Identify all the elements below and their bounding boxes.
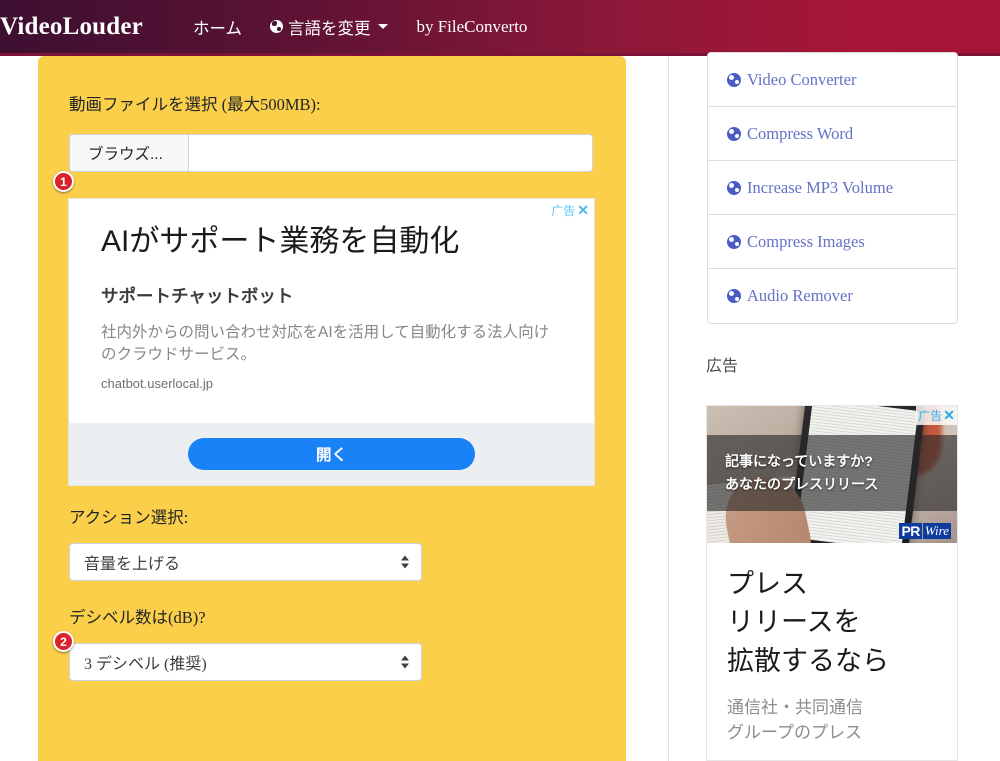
globe-icon: [727, 72, 741, 87]
select-arrows-icon: [401, 555, 409, 569]
sidebar-item-label: Video Converter: [747, 69, 857, 89]
sidebar-item-label: Increase MP3 Volume: [747, 177, 894, 197]
page-root: VideoLouder ホーム 言語を変更 by FileConverto 動画…: [0, 0, 1000, 761]
nav-item-by-fileconverto[interactable]: by FileConverto: [402, 11, 541, 43]
inline-ad-footer: 開く: [69, 423, 594, 485]
column-divider: [668, 56, 669, 761]
globe-icon: [727, 289, 741, 303]
sidebar-item-increase-mp3-volume[interactable]: Increase MP3 Volume: [708, 161, 957, 215]
sidebar-ad-headline-line1: プレス: [727, 569, 808, 599]
nav-item-change-language-label: 言語を変更: [287, 19, 371, 38]
sidebar-advertisement[interactable]: 記事になっていますか? あなたのプレスリリース 广告 ✕ PR Wire プレス…: [706, 405, 958, 761]
sidebar-ad-headline-line3: 拡散するなら: [727, 645, 889, 676]
top-navbar: VideoLouder ホーム 言語を変更 by FileConverto: [0, 0, 1000, 53]
sidebar-item-compress-images[interactable]: Compress Images: [708, 215, 957, 269]
sidebar-ad-body: プレス リリースを 拡散するなら 通信社・共同通信 グループのプレス: [707, 543, 957, 745]
action-select-value: 音量を上げる: [84, 556, 181, 573]
prwire-logo-wire: Wire: [922, 523, 951, 539]
prwire-logo-pr: PR: [899, 523, 922, 539]
file-name-display: [189, 135, 592, 171]
inline-ad-headline: AIがサポート業務を自動化: [101, 225, 460, 258]
nav-item-by-fileconverto-label: by FileConverto: [416, 16, 528, 36]
sidebar-item-audio-remover[interactable]: Audio Remover: [708, 269, 957, 323]
ad-tag-text: 广告: [918, 409, 943, 423]
sidebar-item-video-converter[interactable]: Video Converter: [708, 53, 957, 107]
inline-ad-body: AIがサポート業務を自動化 サポートチャットボット 社内外からの問い合わせ対応を…: [69, 199, 594, 391]
decibel-select[interactable]: 3 デシベル (推奨): [69, 643, 422, 681]
sidebar-ad-label: 広告: [706, 358, 739, 375]
close-icon[interactable]: ✕: [943, 407, 955, 424]
sidebar-links-box: Video Converter Compress Word Increase M…: [707, 52, 958, 324]
step-badge-1: 1: [53, 171, 74, 192]
brand-logo[interactable]: VideoLouder: [0, 13, 143, 41]
sidebar-item-label: Compress Images: [747, 231, 865, 251]
inline-ad-cta-button[interactable]: 開く: [188, 438, 475, 470]
prwire-logo: PR Wire: [899, 523, 951, 539]
select-arrows-icon: [401, 655, 409, 669]
decibel-select-label: デシベル数は(dB)?: [69, 608, 206, 627]
nav-links: ホーム 言語を変更 by FileConverto: [179, 9, 541, 45]
ad-label-sidebar[interactable]: 广告 ✕: [916, 406, 957, 425]
sidebar-item-label: Audio Remover: [747, 286, 853, 305]
sidebar-ad-image: 記事になっていますか? あなたのプレスリリース 广告 ✕ PR Wire: [707, 406, 957, 543]
inline-advertisement[interactable]: 广告 ✕ AIがサポート業務を自動化 サポートチャットボット 社内外からの問い合…: [68, 198, 595, 486]
inline-ad-url: chatbot.userlocal.jp: [101, 376, 214, 392]
nav-item-home[interactable]: ホーム: [179, 9, 256, 45]
globe-icon: [727, 180, 741, 195]
ad-label-inline[interactable]: 广告 ✕: [551, 202, 589, 219]
step-badge-2: 2: [53, 631, 74, 652]
browse-button[interactable]: ブラウズ...: [70, 135, 189, 171]
file-input[interactable]: ブラウズ...: [69, 134, 593, 172]
globe-icon: [727, 234, 741, 249]
action-select-label: アクション選択:: [69, 508, 189, 527]
sidebar-ad-description-line1: 通信社・共同通信: [727, 697, 863, 717]
content-area: 動画ファイルを選択 (最大500MB): ブラウズ... 广告 ✕ AIがサポー…: [0, 52, 1000, 761]
sidebar-item-label: Compress Word: [747, 123, 854, 143]
nav-item-change-language[interactable]: 言語を変更: [256, 9, 403, 45]
globe-icon: [727, 126, 741, 141]
nav-item-home-label: ホーム: [192, 19, 242, 38]
upload-form-panel: 動画ファイルを選択 (最大500MB): ブラウズ... 广告 ✕ AIがサポー…: [38, 56, 626, 761]
globe-icon: [269, 20, 283, 33]
chevron-down-icon: [378, 24, 389, 29]
file-select-label: 動画ファイルを選択 (最大500MB):: [69, 95, 321, 114]
inline-ad-description: 社内外からの問い合わせ対応をAIを活用して自動化する法人向けのクラウドサービス。: [101, 323, 550, 363]
sidebar-ad-description: 通信社・共同通信 グループのプレス: [727, 696, 937, 745]
sidebar-ad-image-line2: あなたのプレスリリース: [725, 476, 879, 493]
sidebar-ad-image-line1: 記事になっていますか?: [725, 453, 873, 470]
decibel-select-value: 3 デシベル (推奨): [84, 656, 207, 673]
sidebar-ad-description-line2: グループのプレス: [727, 722, 862, 742]
sidebar-item-compress-word[interactable]: Compress Word: [708, 107, 957, 161]
sidebar-ad-headline: プレス リリースを 拡散するなら: [727, 565, 937, 680]
ad-tag-text: 广告: [551, 204, 576, 218]
close-icon[interactable]: ✕: [577, 202, 589, 219]
inline-ad-subhead: サポートチャットボット: [101, 285, 294, 306]
action-select[interactable]: 音量を上げる: [69, 543, 422, 581]
sidebar-ad-headline-line2: リリースを: [727, 607, 861, 638]
sidebar-ad-image-caption: 記事になっていますか? あなたのプレスリリース: [707, 435, 957, 512]
